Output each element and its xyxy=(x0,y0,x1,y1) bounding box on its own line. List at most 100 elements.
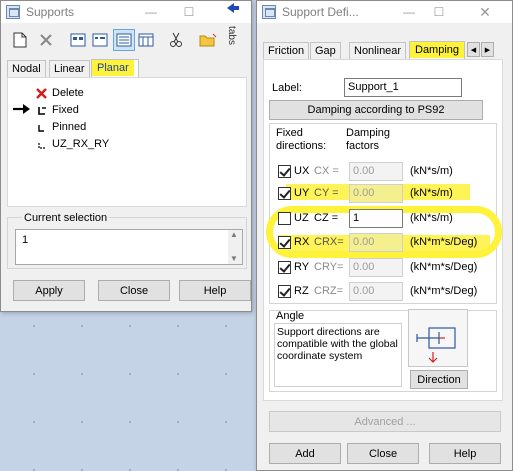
list-item[interactable]: Fixed xyxy=(36,103,156,119)
supports-window: Supports — ☐ Nodal Linear Planar Delete … xyxy=(0,0,252,312)
label-caption: Label: xyxy=(272,82,302,94)
current-selection-value: 1 xyxy=(22,234,29,246)
tab-scroll-left-button[interactable]: ◀ xyxy=(467,42,480,57)
supports-titlebar[interactable]: Supports — ☐ xyxy=(1,1,251,23)
factor-label-cx: CX = xyxy=(314,165,339,177)
unit-label-cx: (kN*s/m) xyxy=(410,165,453,177)
tabs-vertical-label[interactable]: tabs xyxy=(226,26,237,45)
current-selection-label: Current selection xyxy=(22,212,110,224)
unit-label-crz: (kN*m*s/Deg) xyxy=(410,285,478,297)
tab-planar[interactable]: Planar xyxy=(91,59,139,77)
value-input-cy[interactable]: 0.00 xyxy=(349,184,403,203)
help-button[interactable]: Help xyxy=(179,280,251,301)
supports-tab-row: Nodal Linear Planar xyxy=(7,59,247,78)
fixed-support-icon xyxy=(38,107,46,115)
checkbox-ry[interactable] xyxy=(278,261,291,274)
unit-label-cy: (kN*s/m) xyxy=(410,187,453,199)
checkbox-ux[interactable] xyxy=(278,165,291,178)
view-large-icon[interactable] xyxy=(67,29,89,51)
support-def-window-icon xyxy=(262,5,276,19)
angle-group-label: Angle xyxy=(276,310,305,322)
dir-label-rz: RZ xyxy=(294,285,309,297)
label-input[interactable]: Support_1 xyxy=(344,78,462,97)
damping-row-ry: RY CRY= 0.00 (kN*m*s/Deg) xyxy=(274,258,494,278)
unit-label-cry: (kN*m*s/Deg) xyxy=(410,261,478,273)
checkbox-uy[interactable] xyxy=(278,187,291,200)
value-input-crx[interactable]: 0.00 xyxy=(349,233,403,252)
red-x-icon xyxy=(36,88,47,99)
dir-label-uy: UY xyxy=(294,187,310,199)
tab-nodal[interactable]: Nodal xyxy=(7,60,46,78)
support-type-list[interactable]: Delete Fixed Pinned UZ_RX_RY xyxy=(7,77,247,207)
value-input-cx[interactable]: 0.00 xyxy=(349,162,403,181)
factor-label-crz: CRZ= xyxy=(314,285,344,297)
support-def-title: Support Defi... xyxy=(282,5,359,19)
selection-scrollbar[interactable]: ▲ ▼ xyxy=(228,230,242,264)
damping-row-uy: UY CY = 0.00 (kN*s/m) xyxy=(274,184,494,204)
selection-arrow-icon xyxy=(12,103,32,118)
support-def-titlebar[interactable]: Support Defi... — ☐ ✕ xyxy=(257,1,512,23)
dir-label-rx: RX xyxy=(294,236,310,248)
value-input-cry[interactable]: 0.00 xyxy=(349,258,403,277)
advanced-button[interactable]: Advanced ... xyxy=(269,411,501,432)
close-icon[interactable]: ✕ xyxy=(471,1,499,23)
tab-damping[interactable]: Damping xyxy=(409,41,466,59)
help-button[interactable]: Help xyxy=(429,443,501,464)
support-direction-icon xyxy=(416,327,456,363)
tab-planar-label: Planar xyxy=(92,60,134,76)
tab-friction[interactable]: Friction xyxy=(263,42,310,60)
tab-damping-label: Damping xyxy=(410,42,465,58)
tab-nonlinear[interactable]: Nonlinear xyxy=(349,42,407,60)
tab-gap[interactable]: Gap xyxy=(310,42,341,60)
checkbox-rz[interactable] xyxy=(278,285,291,298)
factor-label-cz: CZ = xyxy=(314,212,339,224)
tab-scroll-right-button[interactable]: ▶ xyxy=(481,42,494,57)
support-def-tab-row: Friction Gap Nonlinear Damping ◀ ▶ xyxy=(263,41,503,60)
scroll-down-icon[interactable]: ▼ xyxy=(230,254,238,263)
supports-window-icon xyxy=(6,5,20,19)
view-list-icon[interactable] xyxy=(113,29,135,51)
factor-label-cy: CY = xyxy=(314,187,339,199)
scroll-up-icon[interactable]: ▲ xyxy=(230,230,238,239)
list-item-label: Fixed xyxy=(52,104,79,116)
close-button[interactable]: Close xyxy=(98,280,170,301)
damping-tab-page: Label: Support_1 Damping according to PS… xyxy=(263,59,503,401)
cut-icon[interactable] xyxy=(165,29,187,51)
damping-factors-header: Damping factors xyxy=(346,127,391,152)
apply-button[interactable]: Apply xyxy=(13,280,85,301)
list-item-label: UZ_RX_RY xyxy=(52,138,110,150)
factor-label-cry: CRY= xyxy=(314,261,344,273)
angle-description-text: Support directions are compatible with t… xyxy=(277,326,398,362)
arrow-left-icon[interactable] xyxy=(226,2,240,14)
list-item-label: Delete xyxy=(52,87,84,99)
delete-toolbar-icon[interactable] xyxy=(35,29,57,51)
list-item[interactable]: UZ_RX_RY xyxy=(36,137,156,153)
list-item[interactable]: Delete xyxy=(36,86,156,102)
minimize-icon[interactable]: — xyxy=(137,1,165,23)
list-item[interactable]: Pinned xyxy=(36,120,156,136)
value-input-crz[interactable]: 0.00 xyxy=(349,282,403,301)
add-button[interactable]: Add xyxy=(269,443,341,464)
maximize-icon[interactable]: ☐ xyxy=(425,1,453,23)
minimize-icon[interactable]: — xyxy=(395,1,423,23)
dir-label-ux: UX xyxy=(294,165,310,177)
tab-linear[interactable]: Linear xyxy=(49,60,90,78)
maximize-icon[interactable]: ☐ xyxy=(175,1,203,23)
support-definition-window: Support Defi... — ☐ ✕ Friction Gap Nonli… xyxy=(256,0,513,471)
damping-row-ux: UX CX = 0.00 (kN*s/m) xyxy=(274,162,494,182)
view-small-icon[interactable] xyxy=(89,29,111,51)
direction-preview xyxy=(408,309,468,367)
direction-button[interactable]: Direction xyxy=(410,370,468,389)
close-button[interactable]: Close xyxy=(347,443,419,464)
current-selection-input[interactable]: 1 ▲ ▼ xyxy=(15,229,243,265)
damping-ps92-button[interactable]: Damping according to PS92 xyxy=(269,100,483,120)
view-details-icon[interactable] xyxy=(135,29,157,51)
checkbox-uz[interactable] xyxy=(278,212,291,225)
open-folder-icon[interactable] xyxy=(197,29,219,51)
new-icon[interactable] xyxy=(9,29,31,51)
value-input-cz[interactable]: 1 xyxy=(349,209,403,228)
damping-row-rx: RX CRX= 0.00 (kN*m*s/Deg) xyxy=(274,233,494,253)
damping-row-rz: RZ CRZ= 0.00 (kN*m*s/Deg) xyxy=(274,282,494,302)
fixed-directions-header: Fixed directions: xyxy=(276,127,327,152)
checkbox-rx[interactable] xyxy=(278,236,291,249)
